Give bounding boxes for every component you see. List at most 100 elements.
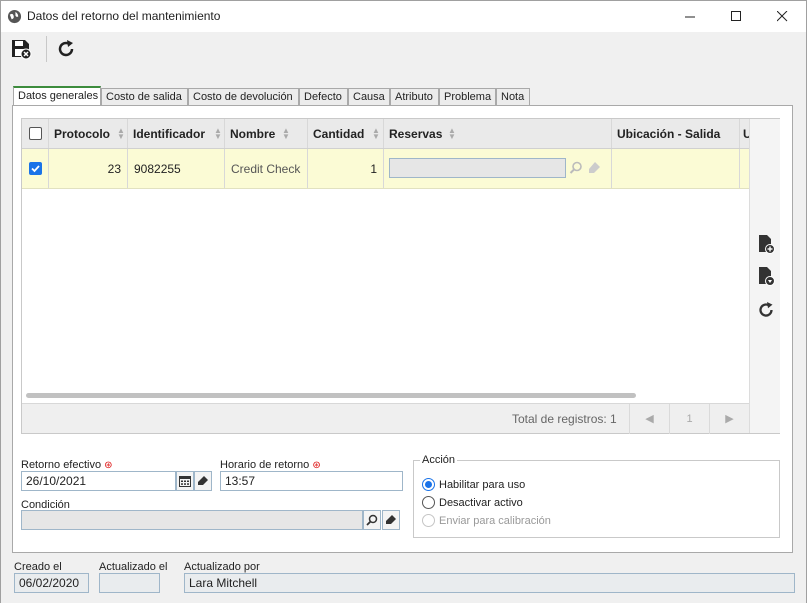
cell-u: [740, 149, 749, 188]
close-button[interactable]: [760, 1, 805, 32]
calibracion-label: Enviar para calibración: [439, 515, 551, 527]
sort-icon: ▲ ▼: [282, 126, 290, 141]
horario-retorno-text: Horario de retorno: [220, 459, 310, 471]
search-icon: [366, 514, 378, 526]
required-icon: ⊛: [312, 460, 321, 471]
toolbar: [1, 32, 806, 66]
select-all-column: [22, 119, 49, 148]
cell-reservas: [384, 149, 612, 188]
row-checkbox[interactable]: [29, 162, 42, 175]
maximize-button[interactable]: [714, 1, 759, 32]
document-download-icon: [759, 267, 775, 286]
minimize-button[interactable]: [668, 1, 713, 32]
condicion-clear-button[interactable]: [382, 510, 400, 530]
close-icon: [777, 11, 788, 22]
toolbar-separator: [46, 36, 47, 62]
habilitar-label[interactable]: Habilitar para uso: [439, 479, 525, 491]
eraser-icon[interactable]: [587, 161, 601, 175]
eraser-icon: [198, 476, 208, 485]
header-identificador-label: Identificador: [133, 127, 206, 141]
retorno-efectivo-text: Retorno efectivo: [21, 459, 102, 471]
header-nombre-label: Nombre: [230, 127, 276, 141]
grid-footer: Total de registros: 1 ◀ 1 ▶: [22, 403, 749, 434]
calendar-button[interactable]: [176, 471, 194, 491]
title-bar: Datos del retorno del mantenimiento: [1, 1, 806, 32]
maximize-icon: [731, 11, 741, 21]
next-page-button[interactable]: ▶: [709, 404, 749, 434]
retorno-efectivo-label: Retorno efectivo ⊛: [21, 459, 113, 471]
condicion-search-button[interactable]: [363, 510, 381, 530]
condicion-field[interactable]: [21, 510, 363, 530]
header-reservas[interactable]: Reservas ▲ ▼: [384, 119, 612, 148]
header-u[interactable]: U: [740, 119, 749, 148]
items-grid: Protocolo ▲ ▼ Identificador ▲ ▼ Nombre ▲ ▼ …: [21, 118, 780, 434]
sort-icon: ▲ ▼: [117, 126, 125, 141]
clear-date-button[interactable]: [194, 471, 212, 491]
page-number: 1: [669, 404, 709, 434]
refresh-icon: [58, 40, 74, 57]
document-add-icon: [759, 235, 775, 254]
cell-cantidad: 1: [308, 149, 384, 188]
minimize-icon: [685, 16, 695, 18]
radio-calibracion: [422, 514, 435, 527]
refresh-button[interactable]: [51, 36, 81, 62]
calendar-icon: [179, 476, 191, 487]
header-protocolo-label: Protocolo: [54, 127, 110, 141]
tab-causa[interactable]: Causa: [348, 88, 390, 106]
tab-atributo[interactable]: Atributo: [390, 88, 439, 106]
refresh-icon: [759, 302, 773, 317]
window-title: Datos del retorno del mantenimiento: [27, 9, 221, 23]
required-icon: ⊛: [104, 460, 113, 471]
cell-ubicacion-salida: [612, 149, 740, 188]
tab-costo-de-devolucion[interactable]: Costo de devolución: [188, 88, 299, 106]
dialog-window: Datos del retorno del mantenimiento Dato…: [0, 0, 807, 603]
header-protocolo[interactable]: Protocolo ▲ ▼: [49, 119, 128, 148]
sort-icon: ▲ ▼: [372, 126, 380, 141]
header-reservas-label: Reservas: [389, 127, 443, 141]
tab-problema[interactable]: Problema: [439, 88, 496, 106]
tab-nota[interactable]: Nota: [496, 88, 530, 106]
actualizado-por-field: Lara Mitchell: [184, 573, 795, 593]
header-ubicacion-salida[interactable]: Ubicación - Salida: [612, 119, 740, 148]
header-identificador[interactable]: Identificador ▲ ▼: [128, 119, 225, 148]
horizontal-scrollbar[interactable]: [26, 393, 636, 398]
eraser-icon: [386, 515, 396, 524]
retorno-efectivo-field[interactable]: 26/10/2021: [21, 471, 176, 491]
prev-page-button[interactable]: ◀: [629, 404, 669, 434]
tab-defecto[interactable]: Defecto: [299, 88, 348, 106]
save-close-button[interactable]: [6, 36, 36, 62]
header-nombre[interactable]: Nombre ▲ ▼: [225, 119, 308, 148]
reservas-input[interactable]: [389, 158, 566, 178]
check-icon: [31, 165, 40, 173]
radio-habilitar[interactable]: [422, 478, 435, 491]
table-row[interactable]: 23 9082255 Credit Check 1: [22, 149, 749, 189]
header-cantidad[interactable]: Cantidad ▲ ▼: [308, 119, 384, 148]
desactivar-label[interactable]: Desactivar activo: [439, 497, 523, 509]
header-ubicacion-salida-label: Ubicación - Salida: [617, 127, 721, 141]
cell-identificador: 9082255: [128, 149, 225, 188]
cell-protocolo: 23: [49, 149, 128, 188]
add-document-button[interactable]: [755, 233, 777, 255]
select-all-checkbox[interactable]: [29, 127, 42, 140]
grid-refresh-button[interactable]: [755, 299, 777, 321]
creado-field: 06/02/2020: [14, 573, 89, 593]
search-icon[interactable]: [569, 161, 583, 175]
actualizado-field: [99, 573, 160, 593]
grid-header: Protocolo ▲ ▼ Identificador ▲ ▼ Nombre ▲ ▼ …: [22, 119, 749, 149]
accion-legend: Acción: [420, 454, 458, 466]
tab-costo-de-salida[interactable]: Costo de salida: [101, 88, 188, 106]
horario-retorno-label: Horario de retorno ⊛: [220, 459, 321, 471]
radio-desactivar[interactable]: [422, 496, 435, 509]
creado-label: Creado el: [14, 561, 62, 573]
download-document-button[interactable]: [755, 265, 777, 287]
grid-side-toolbar: [749, 119, 780, 433]
sort-icon: ▲ ▼: [448, 126, 456, 141]
actualizado-por-label: Actualizado por: [184, 561, 260, 573]
horario-retorno-field[interactable]: 13:57: [220, 471, 403, 491]
tab-datos-generales[interactable]: Datos generales: [13, 86, 101, 106]
globe-icon: [7, 9, 22, 24]
cell-nombre: Credit Check: [225, 149, 308, 188]
save-close-icon: [12, 40, 32, 60]
row-select-cell: [22, 149, 49, 188]
header-cantidad-label: Cantidad: [313, 127, 365, 141]
